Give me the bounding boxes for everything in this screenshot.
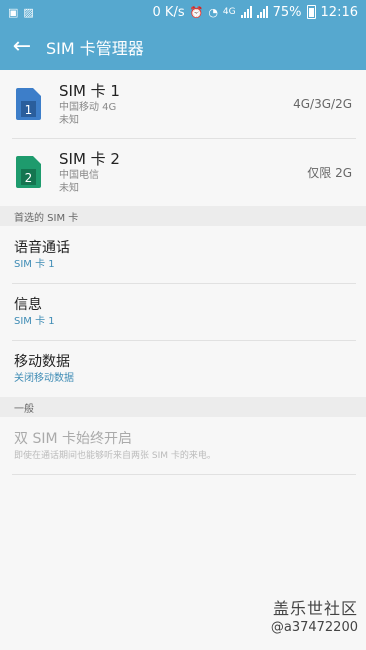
clock: 12:16 — [320, 4, 358, 20]
svg-text:2: 2 — [25, 171, 33, 185]
mobile-data-item[interactable]: 移动数据 关闭移动数据 — [0, 340, 366, 397]
sim-1-name: SIM 卡 1 — [59, 81, 120, 100]
sim-1-row[interactable]: 1 SIM 卡 1 中国移动 4G 未知 4G/3G/2G — [0, 70, 366, 138]
voice-call-value: SIM 卡 1 — [14, 258, 55, 270]
status-right: 0 K/s ⏰ ◔ 4G 75% 12:16 — [153, 5, 358, 20]
alarm-icon: ⏰ — [189, 5, 204, 19]
notification-icon: ▣ — [8, 5, 19, 19]
wifi-icon: ◔ — [208, 5, 218, 19]
watermark: 盖乐世社区 @a37472200 — [271, 599, 358, 636]
sim-card-1-icon: 1 — [16, 88, 41, 120]
messages-title: 信息 — [14, 296, 42, 313]
watermark-user: @a37472200 — [270, 620, 358, 635]
network-speed: 0 K/s — [152, 4, 185, 20]
voice-call-item[interactable]: 语音通话 SIM 卡 1 — [0, 226, 366, 283]
voice-call-title: 语音通话 — [14, 239, 70, 256]
sim-2-status: 未知 — [59, 182, 79, 194]
sim-2-text: SIM 卡 2 中国电信 未知 — [59, 150, 307, 195]
preferred-sim-header: 首选的 SIM 卡 — [0, 206, 366, 226]
svg-text:1: 1 — [25, 103, 33, 117]
watermark-logo: 盖乐世社区 — [272, 599, 358, 618]
battery-icon — [306, 5, 316, 19]
sim-2-carrier: 中国电信 — [59, 169, 99, 181]
mobile-data-title: 移动数据 — [14, 353, 70, 370]
battery-percent: 75% — [272, 4, 302, 20]
app-bar: ← SIM 卡管理器 — [0, 24, 366, 70]
dual-sim-description: 即使在通话期间也能够听来自两张 SIM 卡的来电。 — [14, 451, 216, 461]
sim-card-2-icon: 2 — [16, 156, 41, 188]
signal-icon — [240, 6, 252, 18]
image-icon: ▨ — [23, 5, 34, 19]
network-type: 4G — [222, 7, 236, 17]
sim-1-text: SIM 卡 1 中国移动 4G 未知 — [59, 82, 293, 127]
status-bar: ▣ ▨ 0 K/s ⏰ ◔ 4G 75% 12:16 — [0, 0, 366, 24]
sim-1-network-mode[interactable]: 4G/3G/2G — [293, 97, 352, 111]
page-title: SIM 卡管理器 — [46, 39, 144, 58]
dual-sim-always-on-item: 双 SIM 卡始终开启 即使在通话期间也能够听来自两张 SIM 卡的来电。 — [0, 417, 366, 475]
back-arrow-icon[interactable]: ← — [12, 36, 32, 58]
dual-sim-title: 双 SIM 卡始终开启 — [14, 431, 132, 447]
sim-1-carrier: 中国移动 4G — [59, 101, 117, 113]
general-header: 一般 — [0, 397, 366, 417]
messages-item[interactable]: 信息 SIM 卡 1 — [0, 283, 366, 340]
sim-2-network-mode[interactable]: 仅限 2G — [307, 164, 352, 181]
sim-1-status: 未知 — [59, 114, 79, 126]
signal-2-icon — [256, 6, 268, 18]
messages-value: SIM 卡 1 — [14, 315, 55, 327]
sim-2-row[interactable]: 2 SIM 卡 2 中国电信 未知 仅限 2G — [0, 138, 366, 206]
status-left: ▣ ▨ — [8, 7, 34, 18]
sim-2-name: SIM 卡 2 — [59, 149, 120, 168]
mobile-data-value: 关闭移动数据 — [14, 372, 74, 384]
